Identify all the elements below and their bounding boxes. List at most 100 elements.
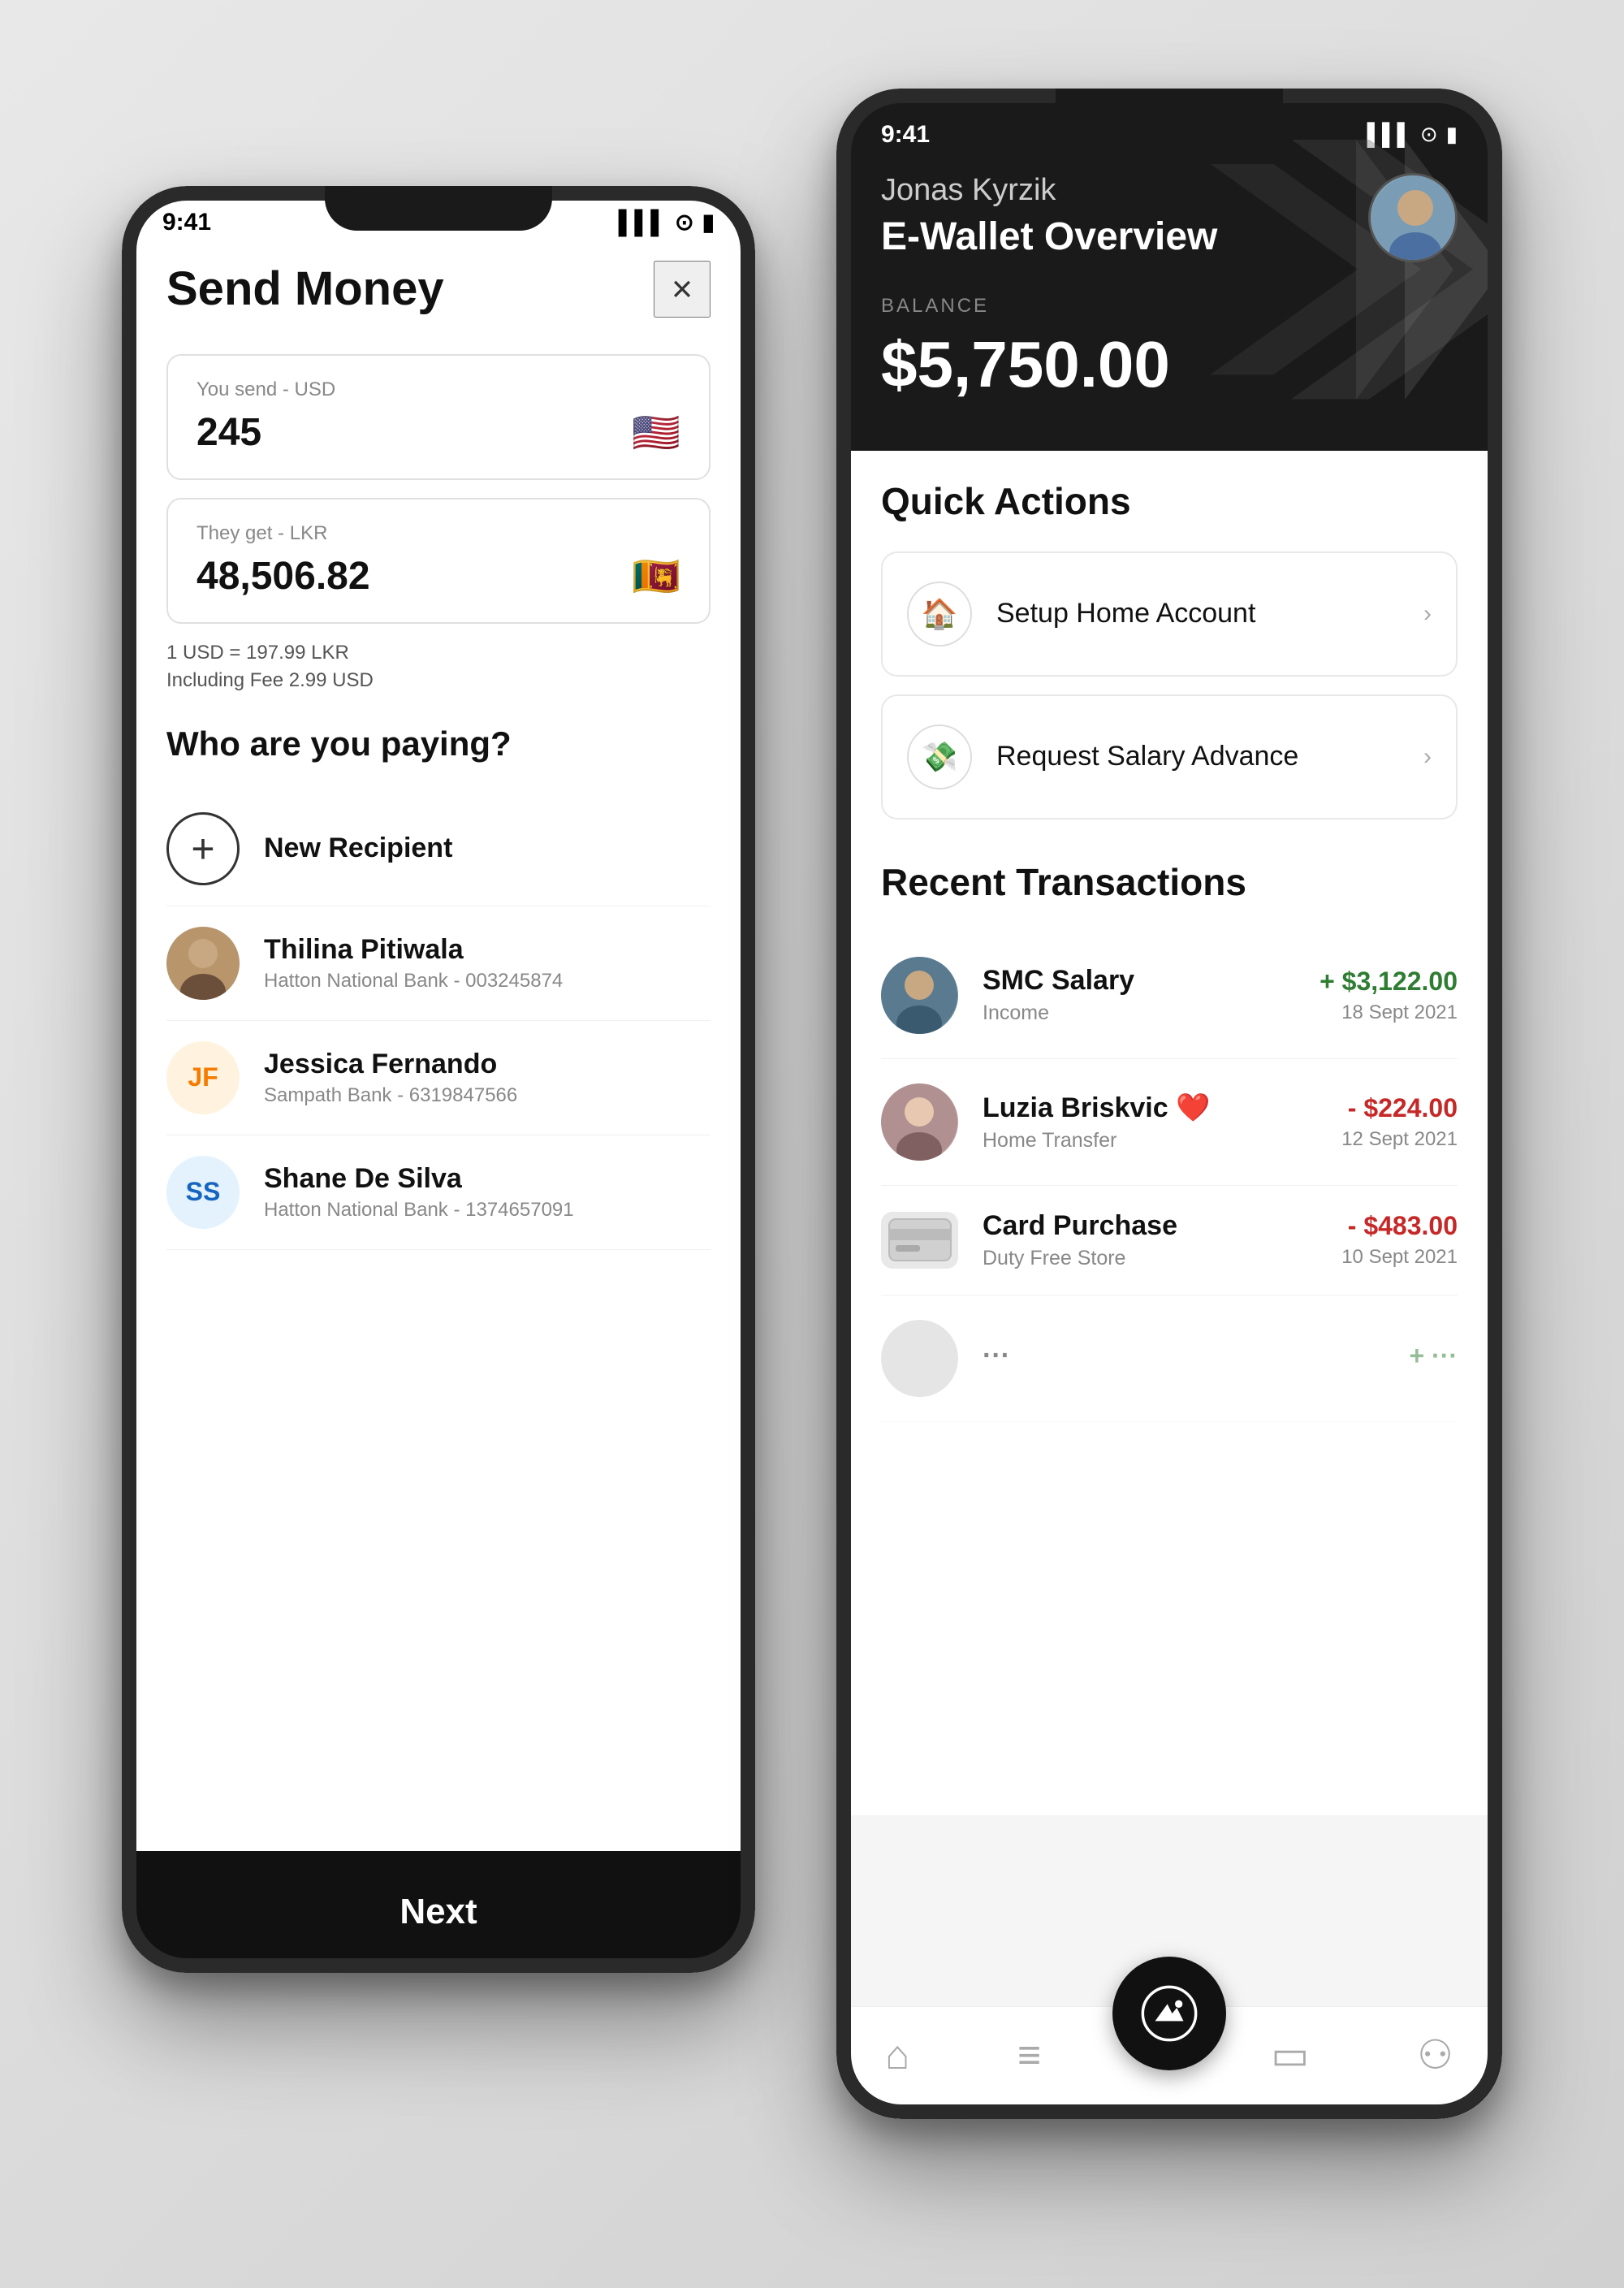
recipient-name-1: Jessica Fernando [264,1049,517,1080]
recipient-info-0: Thilina Pitiwala Hatton National Bank - … [264,934,563,993]
close-button[interactable]: × [654,261,710,318]
scene: 9:41 ▌▌▌ ⊙ ▮ Send Money × You se [122,89,1502,2200]
receive-amount: 48,506.82 [197,554,370,599]
new-recipient-icon: + [166,812,240,885]
nav-home[interactable]: ⌂ [885,2031,909,2078]
send-money-header: Send Money × [166,261,710,318]
avatar-jessica: JF [166,1041,240,1114]
recent-transactions-title: Recent Transactions [881,860,1458,904]
chevron-right-icon-1: › [1423,600,1432,628]
tx-sub-smc: Income [983,1001,1320,1025]
wallet-user-info: Jonas Kyrzik E-Wallet Overview [881,173,1217,259]
recipient-name-0: Thilina Pitiwala [264,934,563,966]
salary-advance-icon: 💸 [907,724,972,789]
nav-card[interactable]: ▭ [1271,2031,1309,2078]
fab-button[interactable] [1112,1957,1226,2070]
wallet-header: 9:41 ▌▌▌ ⊙ ▮ [836,89,1502,451]
chevron-right-icon-2: › [1423,743,1432,771]
tx-amount-card: - $483.00 [1341,1211,1458,1241]
balance-amount: $5,750.00 [881,327,1458,402]
new-recipient-item[interactable]: + New Recipient [166,792,710,906]
tx-amount-col-smc: + $3,122.00 18 Sept 2021 [1320,967,1458,1024]
quick-action-home-left: 🏠 Setup Home Account [907,582,1255,647]
next-button[interactable]: Next [122,1851,755,1973]
receive-row: 48,506.82 🇱🇰 [197,553,680,599]
tx-avatar-partial [881,1320,958,1397]
tx-smc-salary: SMC Salary Income + $3,122.00 18 Sept 20… [881,932,1458,1059]
tx-name-luzia: Luzia Briskvic ❤️ [983,1092,1341,1124]
wallet-time: 9:41 [881,121,930,149]
tx-name-partial: ··· [983,1340,1409,1372]
recipient-item-2[interactable]: SS Shane De Silva Hatton National Bank -… [166,1135,710,1250]
paying-section-title: Who are you paying? [166,724,710,763]
phone-right: 9:41 ▌▌▌ ⊙ ▮ [836,89,1502,2119]
tx-amount-smc: + $3,122.00 [1320,967,1458,997]
quick-action-salary[interactable]: 💸 Request Salary Advance › [881,694,1458,820]
tx-sub-luzia: Home Transfer [983,1129,1341,1153]
new-recipient-info: New Recipient [264,833,452,864]
tx-info-luzia: Luzia Briskvic ❤️ Home Transfer [983,1092,1341,1153]
recipient-name-2: Shane De Silva [264,1163,574,1195]
rate-info: 1 USD = 197.99 LKR Including Fee 2.99 US… [166,642,710,692]
tx-avatar-luzia [881,1083,958,1161]
phone-left: 9:41 ▌▌▌ ⊙ ▮ Send Money × You se [122,186,755,1973]
send-label: You send - USD [197,378,680,401]
signal-icon: ▌▌▌ [619,210,667,236]
home-account-label: Setup Home Account [996,598,1255,629]
tx-sub-card: Duty Free Store [983,1247,1341,1270]
recipient-bank-0: Hatton National Bank - 003245874 [264,970,563,993]
tx-info-smc: SMC Salary Income [983,965,1320,1025]
tx-name-card: Card Purchase [983,1210,1341,1242]
tx-date-smc: 18 Sept 2021 [1320,1001,1458,1024]
recipient-item-1[interactable]: JF Jessica Fernando Sampath Bank - 63198… [166,1021,710,1135]
wifi-icon: ⊙ [675,209,693,236]
wallet-user-name: Jonas Kyrzik [881,173,1217,208]
tx-info-partial: ··· [983,1340,1409,1377]
wallet-overview-title: E-Wallet Overview [881,214,1217,259]
tx-avatar-card [881,1212,958,1269]
tx-card: Card Purchase Duty Free Store - $483.00 … [881,1186,1458,1295]
avatar-thilina [166,927,240,1000]
time-left: 9:41 [162,209,211,236]
receive-field[interactable]: They get - LKR 48,506.82 🇱🇰 [166,498,710,624]
recipient-info-1: Jessica Fernando Sampath Bank - 63198475… [264,1049,517,1107]
status-icons-left: ▌▌▌ ⊙ ▮ [619,209,715,236]
send-flag: 🇺🇸 [632,409,680,456]
tx-luzia: Luzia Briskvic ❤️ Home Transfer - $224.0… [881,1059,1458,1186]
send-money-title: Send Money [166,262,444,316]
tx-amount-luzia: - $224.00 [1341,1093,1458,1123]
quick-action-home[interactable]: 🏠 Setup Home Account › [881,551,1458,677]
tx-date-card: 10 Sept 2021 [1341,1246,1458,1269]
tx-partial: ··· + ··· [881,1295,1458,1422]
nav-profile-icon: ⚇ [1417,2031,1453,2078]
send-field[interactable]: You send - USD 245 🇺🇸 [166,354,710,480]
quick-action-salary-left: 💸 Request Salary Advance [907,724,1298,789]
avatar-shane: SS [166,1156,240,1229]
wallet-screen: 9:41 ▌▌▌ ⊙ ▮ [836,89,1502,2119]
tx-amount-col-partial: + ··· [1409,1341,1458,1376]
battery-icon: ▮ [702,209,715,236]
tx-avatar-smc [881,957,958,1034]
rate-line1: 1 USD = 197.99 LKR [166,642,710,664]
tx-amount-partial: + ··· [1409,1341,1458,1371]
tx-date-luzia: 12 Sept 2021 [1341,1128,1458,1151]
recipient-bank-1: Sampath Bank - 6319847566 [264,1084,517,1107]
home-account-icon: 🏠 [907,582,972,647]
recipient-info-2: Shane De Silva Hatton National Bank - 13… [264,1163,574,1222]
user-avatar [1368,173,1458,262]
notch-left [325,186,552,231]
nav-menu[interactable]: ≡ [1017,2031,1041,2078]
nav-profile[interactable]: ⚇ [1417,2031,1453,2078]
tx-name-smc: SMC Salary [983,965,1320,997]
tx-amount-col-luzia: - $224.00 12 Sept 2021 [1341,1093,1458,1151]
nav-home-icon: ⌂ [885,2031,909,2078]
send-row: 245 🇺🇸 [197,409,680,456]
wallet-user-row: Jonas Kyrzik E-Wallet Overview [881,173,1458,262]
receive-label: They get - LKR [197,522,680,545]
recipient-item-0[interactable]: Thilina Pitiwala Hatton National Bank - … [166,906,710,1021]
quick-actions-title: Quick Actions [881,479,1458,523]
send-money-content: Send Money × You send - USD 245 🇺🇸 They [122,244,755,1266]
balance-label: BALANCE [881,295,1458,318]
tx-amount-col-card: - $483.00 10 Sept 2021 [1341,1211,1458,1269]
wallet-content: Quick Actions 🏠 Setup Home Account › 💸 R… [836,435,1502,1815]
